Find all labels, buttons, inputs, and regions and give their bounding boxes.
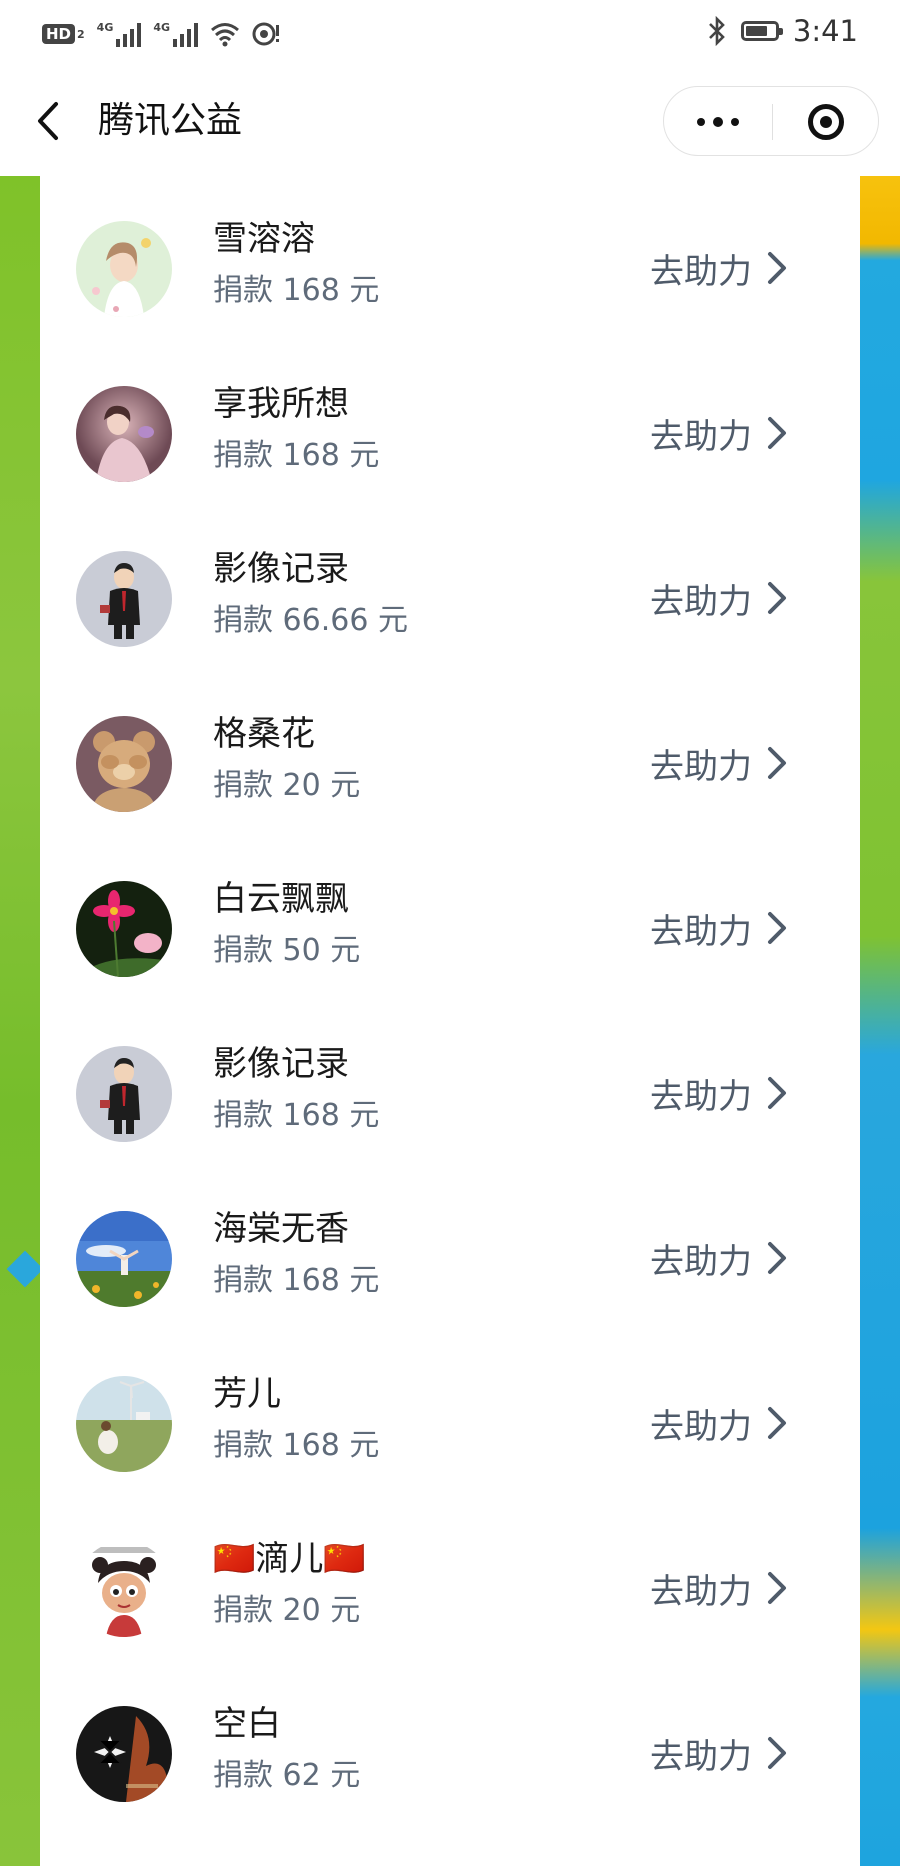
donor-name: 享我所想: [213, 384, 349, 424]
donation-amount: 捐款 20 元: [213, 1593, 361, 1628]
help-button-label: 去助力: [650, 416, 752, 457]
help-button-label: 去助力: [650, 746, 752, 787]
mini-program-close-icon[interactable]: [772, 87, 880, 157]
donation-amount: 捐款 50 元: [213, 933, 361, 968]
help-button[interactable]: 去助力: [650, 570, 788, 626]
avatar: [76, 1046, 172, 1142]
background-frame-right: [860, 176, 900, 1866]
help-button[interactable]: 去助力: [650, 1230, 788, 1286]
chevron-right-icon: [768, 417, 786, 449]
help-button-label: 去助力: [650, 911, 752, 952]
avatar: [76, 1376, 172, 1472]
donor-row: 格桑花捐款 20 元 去助力: [40, 671, 860, 836]
avatar: [76, 551, 172, 647]
donor-name: 🇨🇳滴儿🇨🇳: [213, 1539, 366, 1579]
help-button[interactable]: 去助力: [650, 900, 788, 956]
chevron-left-icon[interactable]: [30, 96, 70, 146]
status-right: 3:41: [707, 14, 858, 48]
donor-name: 格桑花: [213, 714, 315, 754]
chevron-right-icon: [768, 1572, 786, 1604]
chevron-right-icon: [768, 1077, 786, 1109]
background-frame-left: [0, 176, 44, 1866]
donor-row: 影像记录捐款 66.66 元 去助力: [40, 506, 860, 671]
help-button-label: 去助力: [650, 251, 752, 292]
donor-row: 影像记录捐款 168 元 去助力: [40, 1001, 860, 1166]
chevron-right-icon: [768, 582, 786, 614]
help-button[interactable]: 去助力: [650, 405, 788, 461]
donor-name: 白云飘飘: [213, 879, 349, 919]
page-title: 腾讯公益: [98, 100, 243, 141]
status-left: HD 2 4G 4G: [42, 18, 280, 50]
hd-sim-index: 2: [77, 27, 85, 41]
help-button[interactable]: 去助力: [650, 735, 788, 791]
donor-name: 芳儿: [213, 1374, 281, 1414]
help-button[interactable]: 去助力: [650, 1065, 788, 1121]
avatar: [76, 1541, 172, 1637]
help-button[interactable]: 去助力: [650, 1395, 788, 1451]
donation-amount: 捐款 168 元: [213, 1428, 380, 1463]
donor-name: 雪溶溶: [213, 219, 315, 259]
donation-amount: 捐款 168 元: [213, 1098, 380, 1133]
help-button-label: 去助力: [650, 1406, 752, 1447]
battery-level: [745, 26, 767, 36]
donor-row: 空白捐款 62 元 去助力: [40, 1661, 860, 1826]
avatar: [76, 881, 172, 977]
chevron-right-icon: [768, 912, 786, 944]
donor-row: 享我所想捐款 168 元 去助力: [40, 341, 860, 506]
donor-row: 芳儿捐款 168 元 去助力: [40, 1331, 860, 1496]
chevron-right-icon: [768, 747, 786, 779]
help-button[interactable]: 去助力: [650, 240, 788, 296]
help-button[interactable]: 去助力: [650, 1725, 788, 1781]
chevron-right-icon: [768, 1737, 786, 1769]
donor-row: 海棠无香捐款 168 元 去助力: [40, 1166, 860, 1331]
donation-amount: 捐款 66.66 元: [213, 603, 408, 638]
status-bar: HD 2 4G 4G 3:41: [0, 0, 900, 66]
clock-time: 3:41: [792, 14, 858, 48]
avatar: [76, 1211, 172, 1307]
bluetooth-icon: [708, 16, 725, 46]
donor-row: 白云飘飘捐款 50 元 去助力: [40, 836, 860, 1001]
avatar: [76, 716, 172, 812]
avatar: [76, 386, 172, 482]
donor-row: 🇨🇳滴儿🇨🇳 捐款 20 元 去助力: [40, 1496, 860, 1661]
mini-program-capsule: [663, 86, 879, 156]
donor-row: 雪溶溶捐款 168 元 去助力: [40, 176, 860, 341]
donation-amount: 捐款 20 元: [213, 768, 361, 803]
signal-icon-sim2: 4G: [153, 21, 199, 47]
help-button-label: 去助力: [650, 1736, 752, 1777]
chevron-right-icon: [768, 1407, 786, 1439]
hd-voice-icon: HD: [42, 24, 76, 44]
signal-icon-sim1: 4G: [97, 21, 142, 47]
nav-bar: 腾讯公益: [0, 66, 900, 176]
chevron-right-icon: [768, 252, 786, 284]
donor-name: 影像记录: [213, 549, 349, 589]
more-dots-icon[interactable]: [664, 87, 772, 157]
hotspot-icon: [252, 22, 280, 46]
help-button-label: 去助力: [650, 1076, 752, 1117]
help-button-label: 去助力: [650, 581, 752, 622]
donation-amount: 捐款 62 元: [213, 1758, 361, 1793]
battery-icon: [740, 21, 783, 41]
donation-amount: 捐款 168 元: [213, 273, 380, 308]
donation-amount: 捐款 168 元: [213, 438, 380, 473]
help-button-label: 去助力: [650, 1571, 752, 1612]
donation-amount: 捐款 168 元: [213, 1263, 380, 1298]
donor-name: 海棠无香: [213, 1209, 349, 1249]
chevron-right-icon: [768, 1242, 786, 1274]
donor-name: 影像记录: [213, 1044, 349, 1084]
avatar: [76, 221, 172, 317]
avatar: [76, 1706, 172, 1802]
help-button-label: 去助力: [650, 1241, 752, 1282]
help-button[interactable]: 去助力: [650, 1560, 788, 1616]
donor-name: 空白: [213, 1704, 281, 1744]
wifi-icon: [211, 23, 240, 47]
donor-list: 雪溶溶 捐款 168 元去助力 享我所想 捐款 168 元去助力 影像记录 捐款 66.6…: [40, 176, 860, 1866]
